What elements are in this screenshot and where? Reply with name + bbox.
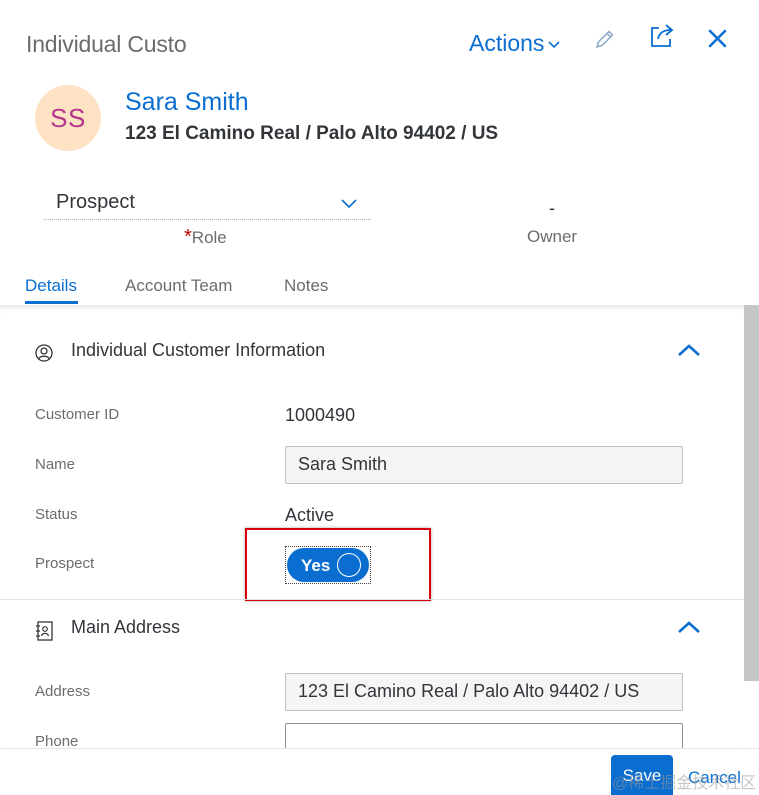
close-icon[interactable] [708, 29, 727, 53]
actions-label: Actions [469, 30, 545, 56]
name-field[interactable]: Sara Smith [285, 446, 683, 484]
phone-field[interactable] [285, 723, 683, 748]
chevron-down-icon [341, 196, 357, 214]
status-label: Status [35, 506, 78, 523]
customer-address: 123 El Camino Real / Palo Alto 94402 / U… [125, 123, 499, 144]
watermark: @稀土掘金技术社区 [612, 775, 757, 792]
tab-notes[interactable]: Notes [284, 276, 328, 296]
avatar-initials: SS [50, 102, 86, 133]
customer-id-value: 1000490 [285, 405, 356, 425]
prospect-label: Prospect [35, 555, 95, 572]
role-label-text: Role [191, 228, 227, 247]
phone-label: Phone [35, 733, 79, 748]
section-header-main-address: Main Address [0, 604, 744, 654]
address-label: Address [35, 683, 91, 700]
share-icon[interactable] [649, 23, 675, 54]
pencil-icon[interactable] [594, 28, 616, 55]
avatar: SS [35, 85, 101, 151]
tab-account-team[interactable]: Account Team [125, 276, 232, 296]
status-value: Active [285, 505, 335, 525]
section-divider [0, 599, 744, 600]
person-icon [35, 344, 53, 367]
section-title: Main Address [71, 617, 181, 637]
owner-value: - [549, 198, 555, 218]
section-title: Individual Customer Information [71, 340, 326, 360]
actions-menu-button[interactable]: Actions [469, 30, 561, 57]
highlight-annotation [245, 528, 431, 601]
role-label: *Role [184, 226, 227, 249]
name-label: Name [35, 456, 76, 473]
required-marker: * [184, 226, 192, 248]
scrollbar-thumb[interactable] [744, 305, 759, 681]
address-book-icon [35, 621, 53, 646]
section-header-customer-info: Individual Customer Information [0, 327, 744, 377]
owner-label: Owner [527, 227, 578, 246]
tab-bar: Details Account Team Notes [0, 265, 759, 305]
chevron-down-icon [548, 36, 561, 54]
active-tab-indicator [25, 301, 78, 304]
tab-details[interactable]: Details [25, 276, 77, 296]
address-field[interactable]: 123 El Camino Real / Palo Alto 94402 / U… [285, 673, 683, 711]
role-select[interactable]: Prospect [44, 186, 371, 220]
chevron-up-icon[interactable] [677, 620, 701, 639]
header-title: Individual Custo [26, 31, 187, 57]
customer-name-link[interactable]: Sara Smith [125, 88, 249, 117]
footer-toolbar: Save Cancel @稀土掘金技术社区 [0, 748, 759, 795]
details-content[interactable]: Individual Customer Information Customer… [0, 305, 744, 748]
role-select-value: Prospect [56, 191, 135, 213]
chevron-up-icon[interactable] [677, 343, 701, 362]
object-header: Individual Custo Actions SS Sara Smith 1… [0, 0, 759, 305]
customer-id-label: Customer ID [35, 406, 120, 423]
scrollbar[interactable] [744, 305, 759, 748]
